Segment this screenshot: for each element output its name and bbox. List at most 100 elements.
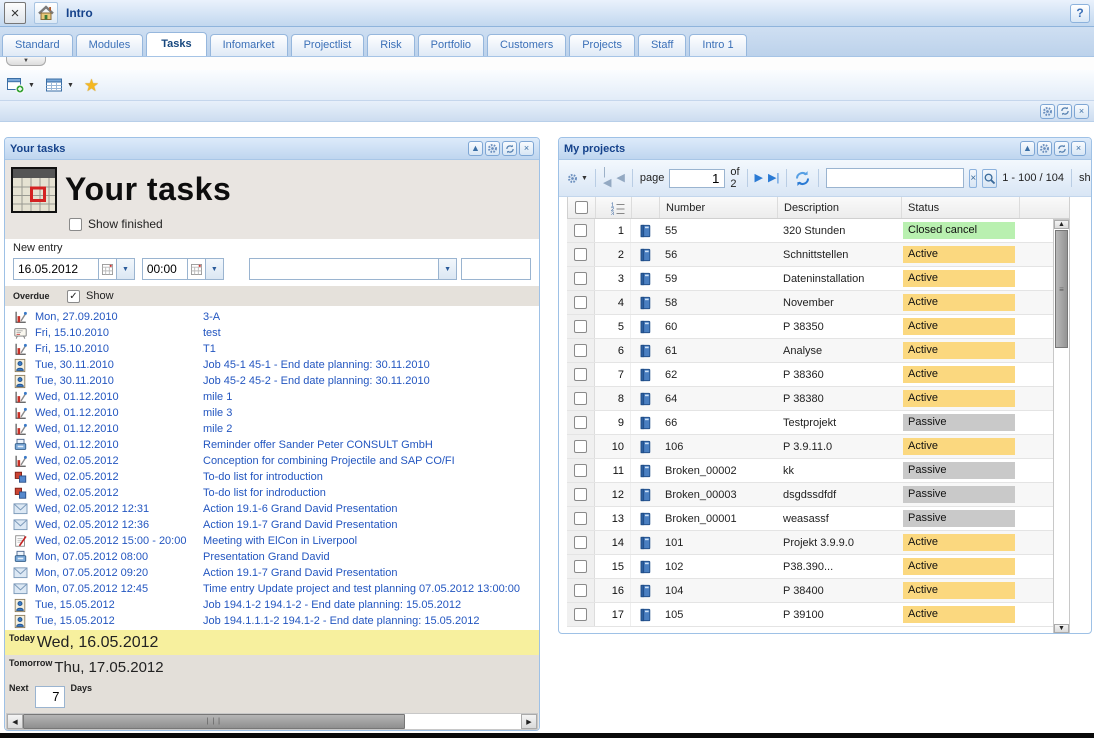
time-input[interactable] — [142, 258, 188, 280]
vertical-scrollbar[interactable]: ▲ ≡ ▼ — [1053, 219, 1070, 634]
row-checkbox[interactable] — [574, 224, 587, 237]
row-checkbox[interactable] — [574, 416, 587, 429]
project-book-icon[interactable] — [638, 319, 652, 335]
tab-intro-1[interactable]: Intro 1 — [689, 34, 746, 56]
column-header-status[interactable]: Status — [902, 197, 1020, 218]
table-row[interactable]: 12Broken_00003dsgdssdfdfPassive — [567, 483, 1053, 507]
row-checkbox[interactable] — [574, 488, 587, 501]
task-date-link[interactable]: Mon, 07.05.2012 12:45 — [35, 583, 203, 595]
time-dropdown-button[interactable]: ▼ — [206, 258, 224, 280]
task-description-link[interactable]: test — [203, 327, 221, 339]
project-book-icon[interactable] — [638, 367, 652, 383]
tab-tasks[interactable]: Tasks — [146, 32, 206, 56]
tab-customers[interactable]: Customers — [487, 34, 566, 56]
clear-search-button[interactable]: × — [969, 169, 977, 188]
task-date-link[interactable]: Tue, 15.05.2012 — [35, 615, 203, 627]
calendar-picker-button[interactable] — [99, 258, 117, 280]
table-row[interactable]: 14101Projekt 3.9.9.0Active — [567, 531, 1053, 555]
scrollbar-thumb[interactable]: | | | — [23, 714, 405, 729]
select-all-checkbox[interactable] — [575, 201, 588, 214]
add-portlet-button[interactable]: ▼ — [6, 77, 35, 94]
task-date-link[interactable]: Wed, 01.12.2010 — [35, 407, 203, 419]
task-description-link[interactable]: Time entry Update project and test plann… — [203, 583, 520, 595]
row-checkbox[interactable] — [574, 368, 587, 381]
scroll-right-button[interactable]: ▶ — [521, 714, 537, 729]
page-close-button[interactable]: × — [1074, 104, 1089, 119]
tab-projects[interactable]: Projects — [569, 34, 635, 56]
show-finished-checkbox[interactable] — [69, 218, 82, 231]
scrollbar-track[interactable] — [405, 714, 521, 729]
next-days-input[interactable] — [35, 686, 65, 708]
table-row[interactable]: 560P 38350Active — [567, 315, 1053, 339]
panel-refresh-button[interactable] — [502, 141, 517, 156]
task-description-link[interactable]: mile 1 — [203, 391, 232, 403]
table-row[interactable]: 13Broken_00001weasassfPassive — [567, 507, 1053, 531]
panel-collapse-button[interactable]: ▲ — [468, 141, 483, 156]
panel-close-button[interactable]: × — [519, 141, 534, 156]
scrollbar-thumb[interactable]: ≡ — [1055, 230, 1068, 348]
task-date-link[interactable]: Mon, 27.09.2010 — [35, 311, 203, 323]
project-book-icon[interactable] — [638, 463, 652, 479]
scroll-down-button[interactable]: ▼ — [1054, 624, 1069, 633]
overdue-show-checkbox[interactable]: ✓ — [67, 290, 80, 303]
tab-standard[interactable]: Standard — [2, 34, 73, 56]
project-book-icon[interactable] — [638, 535, 652, 551]
row-checkbox[interactable] — [574, 440, 587, 453]
task-description-link[interactable]: Job 45-1 45-1 - End date planning: 30.11… — [203, 359, 430, 371]
row-checkbox[interactable] — [574, 320, 587, 333]
tab-risk[interactable]: Risk — [367, 34, 414, 56]
task-date-link[interactable]: Wed, 01.12.2010 — [35, 439, 203, 451]
panel-settings-button[interactable] — [1037, 141, 1052, 156]
row-number-column-header[interactable]: 123 — [596, 197, 632, 218]
last-page-button[interactable]: ▶| — [768, 173, 779, 184]
date-input[interactable] — [13, 258, 99, 280]
collapse-handle[interactable]: ▼ — [6, 57, 46, 66]
task-type-select[interactable] — [249, 258, 439, 280]
task-date-link[interactable]: Tue, 30.11.2010 — [35, 359, 203, 371]
row-checkbox[interactable] — [574, 536, 587, 549]
task-date-link[interactable]: Fri, 15.10.2010 — [35, 343, 203, 355]
tab-infomarket[interactable]: Infomarket — [210, 34, 288, 56]
project-book-icon[interactable] — [638, 439, 652, 455]
panel-collapse-button[interactable]: ▲ — [1020, 141, 1035, 156]
project-book-icon[interactable] — [638, 271, 652, 287]
panel-close-button[interactable]: × — [1071, 141, 1086, 156]
task-description-link[interactable]: mile 2 — [203, 423, 232, 435]
row-checkbox[interactable] — [574, 296, 587, 309]
task-date-link[interactable]: Wed, 01.12.2010 — [35, 423, 203, 435]
task-date-link[interactable]: Wed, 01.12.2010 — [35, 391, 203, 403]
window-close-button[interactable]: × — [4, 2, 26, 24]
scrollbar-track[interactable] — [1054, 349, 1069, 624]
table-row[interactable]: 864P 38380Active — [567, 387, 1053, 411]
task-description-link[interactable]: Meeting with ElCon in Liverpool — [203, 535, 357, 547]
task-date-link[interactable]: Wed, 02.05.2012 — [35, 487, 203, 499]
project-book-icon[interactable] — [638, 415, 652, 431]
row-checkbox[interactable] — [574, 272, 587, 285]
table-row[interactable]: 762P 38360Active — [567, 363, 1053, 387]
project-book-icon[interactable] — [638, 559, 652, 575]
task-description-link[interactable]: To-do list for introduction — [203, 471, 323, 483]
table-row[interactable]: 11Broken_00002kkPassive — [567, 459, 1053, 483]
project-book-icon[interactable] — [638, 583, 652, 599]
search-button[interactable] — [982, 169, 997, 188]
row-checkbox[interactable] — [574, 584, 587, 597]
table-row[interactable]: 15102P38.390...Active — [567, 555, 1053, 579]
table-row[interactable]: 359DateninstallationActive — [567, 267, 1053, 291]
column-header-description[interactable]: Description — [778, 197, 902, 218]
table-row[interactable]: 16104P 38400Active — [567, 579, 1053, 603]
home-button[interactable] — [34, 2, 58, 24]
project-book-icon[interactable] — [638, 247, 652, 263]
date-dropdown-button[interactable]: ▼ — [117, 258, 135, 280]
task-description-link[interactable]: Reminder offer Sander Peter CONSULT GmbH — [203, 439, 433, 451]
task-description-link[interactable]: To-do list for indroduction — [203, 487, 326, 499]
task-date-link[interactable]: Wed, 02.05.2012 — [35, 471, 203, 483]
scroll-up-button[interactable]: ▲ — [1054, 220, 1069, 229]
row-checkbox[interactable] — [574, 464, 587, 477]
task-description-link[interactable]: Conception for combining Projectile and … — [203, 455, 455, 467]
page-settings-button[interactable] — [1040, 104, 1055, 119]
project-book-icon[interactable] — [638, 487, 652, 503]
column-header-number[interactable]: Number — [660, 197, 778, 218]
help-button[interactable]: ? — [1070, 4, 1090, 23]
project-book-icon[interactable] — [638, 391, 652, 407]
task-date-link[interactable]: Wed, 02.05.2012 15:00 - 20:00 — [35, 535, 203, 547]
